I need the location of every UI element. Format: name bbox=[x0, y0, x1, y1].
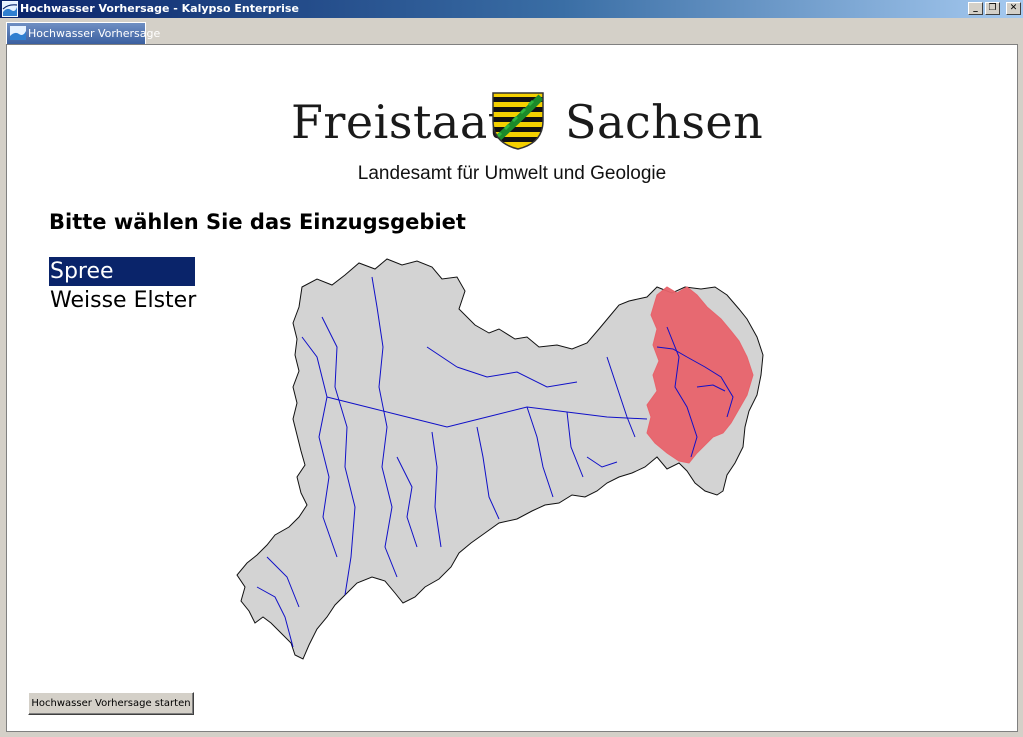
list-item-spree[interactable]: Spree bbox=[49, 257, 195, 286]
agency-subtitle: Landesamt für Umwelt und Geologie bbox=[357, 163, 667, 184]
window-title: Hochwasser Vorhersage - Kalypso Enterpri… bbox=[20, 2, 299, 15]
tab-hochwasser-vorhersage[interactable]: Hochwasser Vorhersage bbox=[6, 22, 160, 44]
page-heading: Bitte wählen Sie das Einzugsgebiet bbox=[49, 210, 466, 234]
minimize-button[interactable]: _ bbox=[968, 2, 983, 15]
restore-button[interactable]: ❐ bbox=[985, 2, 1000, 15]
tab-strip: Hochwasser Vorhersage bbox=[0, 18, 1023, 45]
title-bar[interactable]: Hochwasser Vorhersage - Kalypso Enterpri… bbox=[0, 0, 1023, 18]
logo-text-left: Freistaat bbox=[291, 95, 507, 149]
window-controls: _ ❐ ✕ bbox=[968, 2, 1021, 16]
start-forecast-button[interactable]: Hochwasser Vorhersage starten bbox=[28, 692, 194, 715]
catchment-list[interactable]: Spree Weisse Elster bbox=[49, 257, 196, 315]
saxony-crest-icon bbox=[492, 92, 544, 150]
logo-text-right: Sachsen bbox=[565, 95, 764, 149]
list-item-weisse-elster[interactable]: Weisse Elster bbox=[49, 286, 196, 315]
tab-label: Hochwasser Vorhersage bbox=[28, 27, 161, 40]
kalypso-icon bbox=[2, 1, 18, 17]
content-panel: Freistaat Sachsen Landesamt für Umwelt u… bbox=[6, 44, 1018, 732]
kalypso-icon bbox=[10, 26, 26, 40]
saxony-catchment-map[interactable] bbox=[227, 257, 767, 667]
close-button[interactable]: ✕ bbox=[1006, 2, 1021, 15]
